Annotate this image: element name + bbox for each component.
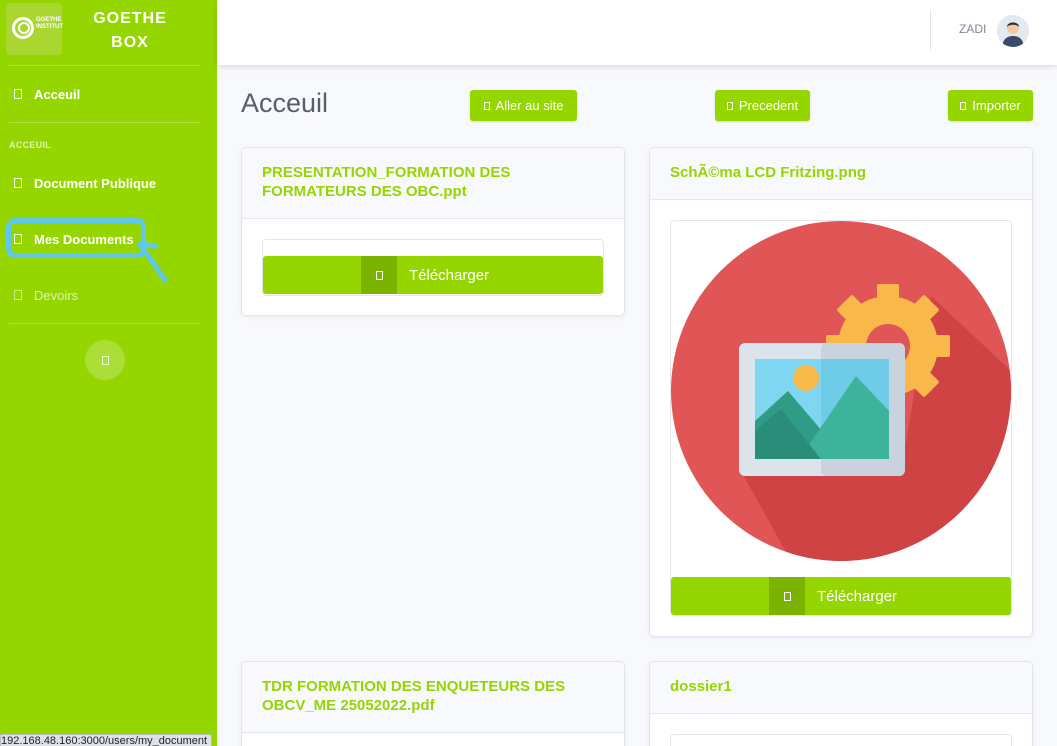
status-bar-url: 192.168.48.160:3000/users/my_document <box>0 734 213 746</box>
previous-button[interactable]: Precedent <box>715 90 810 121</box>
document-card: TDR FORMATION DES ENQUETEURS DES OBCV_ME… <box>241 661 625 746</box>
arrow-left-icon <box>726 101 733 110</box>
card-title: TDR FORMATION DES ENQUETEURS DES OBCV_ME… <box>242 662 624 733</box>
file-preview <box>670 734 1012 746</box>
document-card: PRESENTATION_FORMATION DES FORMATEURS DE… <box>241 147 625 316</box>
page-title: Acceuil <box>241 88 329 118</box>
card-title: dossier1 <box>650 662 1032 714</box>
download-button[interactable]: Télécharger <box>671 577 1011 615</box>
sidebar-item-devoirs[interactable]: Devoirs <box>0 283 217 307</box>
sidebar-item-acceuil[interactable]: Acceuil <box>0 82 217 106</box>
annotation-arrow-icon <box>138 241 168 283</box>
sidebar-divider <box>9 65 200 66</box>
topbar: ZADI <box>217 0 1057 65</box>
folder-icon <box>14 178 22 188</box>
sidebar-item-label: Acceuil <box>34 86 81 102</box>
download-icon <box>361 256 397 294</box>
sidebar-toggle-button[interactable] <box>85 340 125 380</box>
globe-icon <box>483 101 490 110</box>
sidebar-heading: ACCEUIL <box>9 140 52 150</box>
tasks-icon <box>14 290 22 300</box>
brand[interactable]: GOETHE INSTITUT GOETHE BOX <box>0 0 217 65</box>
goethe-logo: GOETHE INSTITUT <box>6 3 63 55</box>
topbar-divider <box>930 10 931 50</box>
home-icon <box>14 89 22 99</box>
go-to-site-button[interactable]: Aller au site <box>470 90 577 121</box>
brand-name: GOETHE BOX <box>93 10 167 51</box>
sidebar-divider <box>9 323 200 324</box>
download-icon <box>769 577 805 615</box>
upload-icon <box>960 101 967 110</box>
sidebar-item-document-publique[interactable]: Document Publique <box>0 171 217 195</box>
image-file-icon <box>671 221 1011 561</box>
sidebar-item-label: Document Publique <box>34 175 157 191</box>
user-avatar-icon <box>997 15 1029 47</box>
card-title: SchÃ©ma LCD Fritzing.png <box>650 148 1032 200</box>
document-card: SchÃ©ma LCD Fritzing.png Télécharger <box>649 147 1033 637</box>
card-title: PRESENTATION_FORMATION DES FORMATEURS DE… <box>242 148 624 219</box>
avatar[interactable] <box>997 15 1029 47</box>
user-name[interactable]: ZADI <box>959 22 986 36</box>
sidebar-divider <box>9 122 200 123</box>
import-button[interactable]: Importer <box>948 90 1033 121</box>
image-preview <box>670 220 1012 616</box>
folder-card: dossier1 <box>649 661 1033 746</box>
sidebar: GOETHE INSTITUT GOETHE BOX Acceuil ACCEU… <box>0 0 217 746</box>
annotation-highlight <box>6 218 146 258</box>
sidebar-item-label: Devoirs <box>34 287 79 303</box>
chevron-left-icon <box>101 355 109 365</box>
download-button[interactable]: Télécharger <box>263 256 603 294</box>
